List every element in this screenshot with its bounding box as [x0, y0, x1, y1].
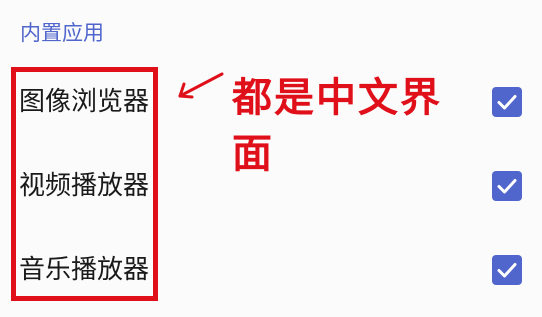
- arrow-icon: [178, 72, 224, 99]
- video-player-checkbox[interactable]: [492, 171, 522, 201]
- annotation-note: 都是中文界面: [232, 75, 442, 177]
- checkbox-checked-icon: [492, 87, 522, 117]
- section-header-builtin-apps: 内置应用: [20, 21, 104, 45]
- checkbox-checked-icon: [492, 255, 522, 285]
- annotation-highlight-box: [11, 67, 158, 301]
- music-player-checkbox[interactable]: [492, 255, 522, 285]
- image-viewer-checkbox[interactable]: [492, 87, 522, 117]
- checkbox-checked-icon: [492, 171, 522, 201]
